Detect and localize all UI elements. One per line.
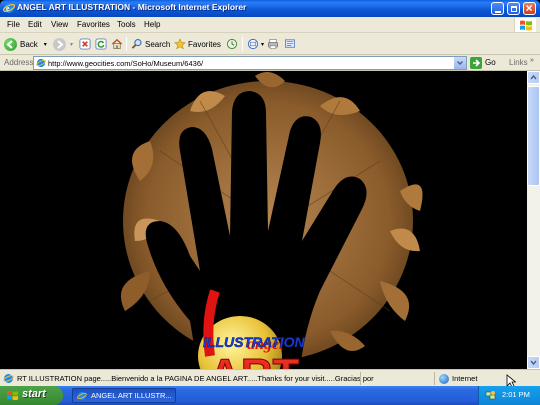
internet-zone-icon <box>439 374 449 384</box>
print-button[interactable] <box>267 36 279 52</box>
windows-flag-icon <box>6 390 19 401</box>
address-bar: Address http://www.geocities.com/SoHo/Mu… <box>0 55 540 71</box>
star-icon <box>174 38 186 50</box>
taskbar-item-label: ANGEL ART ILLUSTR... <box>91 391 172 400</box>
maximize-button[interactable] <box>507 2 520 15</box>
mail-button[interactable]: ▾ <box>247 36 264 52</box>
logo-art-text: ART <box>209 350 300 369</box>
title-bar[interactable]: e ANGEL ART ILLUSTRATION - Microsoft Int… <box>0 0 540 17</box>
minimize-button[interactable] <box>491 2 504 15</box>
chevron-up-icon <box>530 74 537 80</box>
windows-logo <box>514 18 536 32</box>
address-label: Address <box>4 58 34 67</box>
forward-button[interactable]: ▾ <box>53 36 73 52</box>
menu-file[interactable]: File <box>7 20 20 29</box>
go-button[interactable] <box>470 57 482 69</box>
search-button[interactable]: Search <box>131 36 170 52</box>
restore-icon <box>511 6 517 12</box>
forward-dropdown-icon[interactable]: ▾ <box>70 41 73 48</box>
back-dropdown-icon[interactable]: ▾ <box>44 41 47 48</box>
page-status-icon <box>3 374 14 383</box>
home-button[interactable] <box>111 36 123 52</box>
toolbar-separator <box>242 37 243 51</box>
menu-bar: File Edit View Favorites Tools Help <box>0 17 540 33</box>
system-tray: 2:01 PM <box>478 386 540 405</box>
network-tray-icon[interactable] <box>485 390 496 401</box>
angel-art-illustration-graphic[interactable]: angel ART ILLUSTRATION <box>0 71 527 369</box>
clock[interactable]: 2:01 PM <box>502 390 530 399</box>
menu-edit[interactable]: Edit <box>28 20 42 29</box>
minimize-icon <box>495 11 501 13</box>
start-button[interactable]: start <box>0 386 63 405</box>
chevron-down-icon <box>530 360 537 366</box>
status-divider <box>360 372 361 385</box>
start-label: start <box>22 388 46 400</box>
history-icon <box>226 38 238 50</box>
window-title: ANGEL ART ILLUSTRATION - Microsoft Inter… <box>17 2 247 12</box>
history-button[interactable] <box>226 36 238 52</box>
links-chevron-icon[interactable]: » <box>530 57 534 64</box>
mail-dropdown-icon[interactable]: ▾ <box>261 41 264 48</box>
close-icon <box>526 5 533 12</box>
back-arrow-icon <box>4 37 17 51</box>
svg-text:e: e <box>6 4 10 13</box>
go-arrow-icon <box>473 59 481 67</box>
go-label[interactable]: Go <box>485 58 496 67</box>
address-url: http://www.geocities.com/SoHo/Museum/643… <box>48 59 204 68</box>
home-icon <box>111 38 123 49</box>
back-label: Back <box>20 39 38 49</box>
stop-button[interactable] <box>79 36 91 52</box>
logo-illustration-text: ILLUSTRATION <box>203 334 306 350</box>
forward-arrow-icon <box>53 37 66 51</box>
back-button[interactable]: Back ▾ <box>4 36 47 52</box>
search-icon <box>131 39 142 49</box>
vertical-scrollbar[interactable] <box>527 71 540 369</box>
scroll-down-button[interactable] <box>527 356 540 369</box>
refresh-icon <box>95 38 107 50</box>
close-button[interactable] <box>523 2 536 15</box>
print-icon <box>268 39 278 49</box>
windows-flag-icon <box>520 20 532 31</box>
menu-tools[interactable]: Tools <box>117 20 136 29</box>
page-icon <box>36 58 46 68</box>
menu-help[interactable]: Help <box>144 20 160 29</box>
internet-explorer-icon <box>77 391 87 401</box>
status-text: RT ILLUSTRATION page.....Bienvenido a la… <box>17 374 374 383</box>
taskbar: start ANGEL ART ILLUSTR... 2:01 PM <box>0 386 540 405</box>
scroll-thumb[interactable] <box>527 86 540 186</box>
messenger-button[interactable] <box>284 36 296 52</box>
browser-window: e ANGEL ART ILLUSTRATION - Microsoft Int… <box>0 0 540 405</box>
address-dropdown-button[interactable] <box>454 57 466 69</box>
refresh-button[interactable] <box>95 36 107 52</box>
menu-favorites[interactable]: Favorites <box>77 20 110 29</box>
page-content: angel ART ILLUSTRATION <box>0 71 527 369</box>
taskbar-item-ie[interactable]: ANGEL ART ILLUSTR... <box>72 388 176 403</box>
favorites-button[interactable]: Favorites <box>174 36 221 52</box>
chevron-down-icon <box>457 61 463 65</box>
toolbar-separator <box>126 37 127 51</box>
stop-icon <box>79 38 91 50</box>
favorites-label: Favorites <box>188 39 221 49</box>
scroll-up-button[interactable] <box>527 71 540 84</box>
internet-explorer-icon: e <box>3 3 15 13</box>
messenger-icon <box>285 39 295 48</box>
mail-icon <box>247 38 259 50</box>
links-label[interactable]: Links <box>509 58 528 67</box>
search-label: Search <box>145 39 171 49</box>
security-zone-label: Internet <box>452 374 478 383</box>
status-divider <box>434 372 435 385</box>
menu-view[interactable]: View <box>51 20 68 29</box>
status-bar: RT ILLUSTRATION page.....Bienvenido a la… <box>0 369 540 386</box>
standard-toolbar: Back ▾ ▾ Search Favorites ▾ <box>0 33 540 55</box>
address-input[interactable]: http://www.geocities.com/SoHo/Museum/643… <box>33 56 467 70</box>
